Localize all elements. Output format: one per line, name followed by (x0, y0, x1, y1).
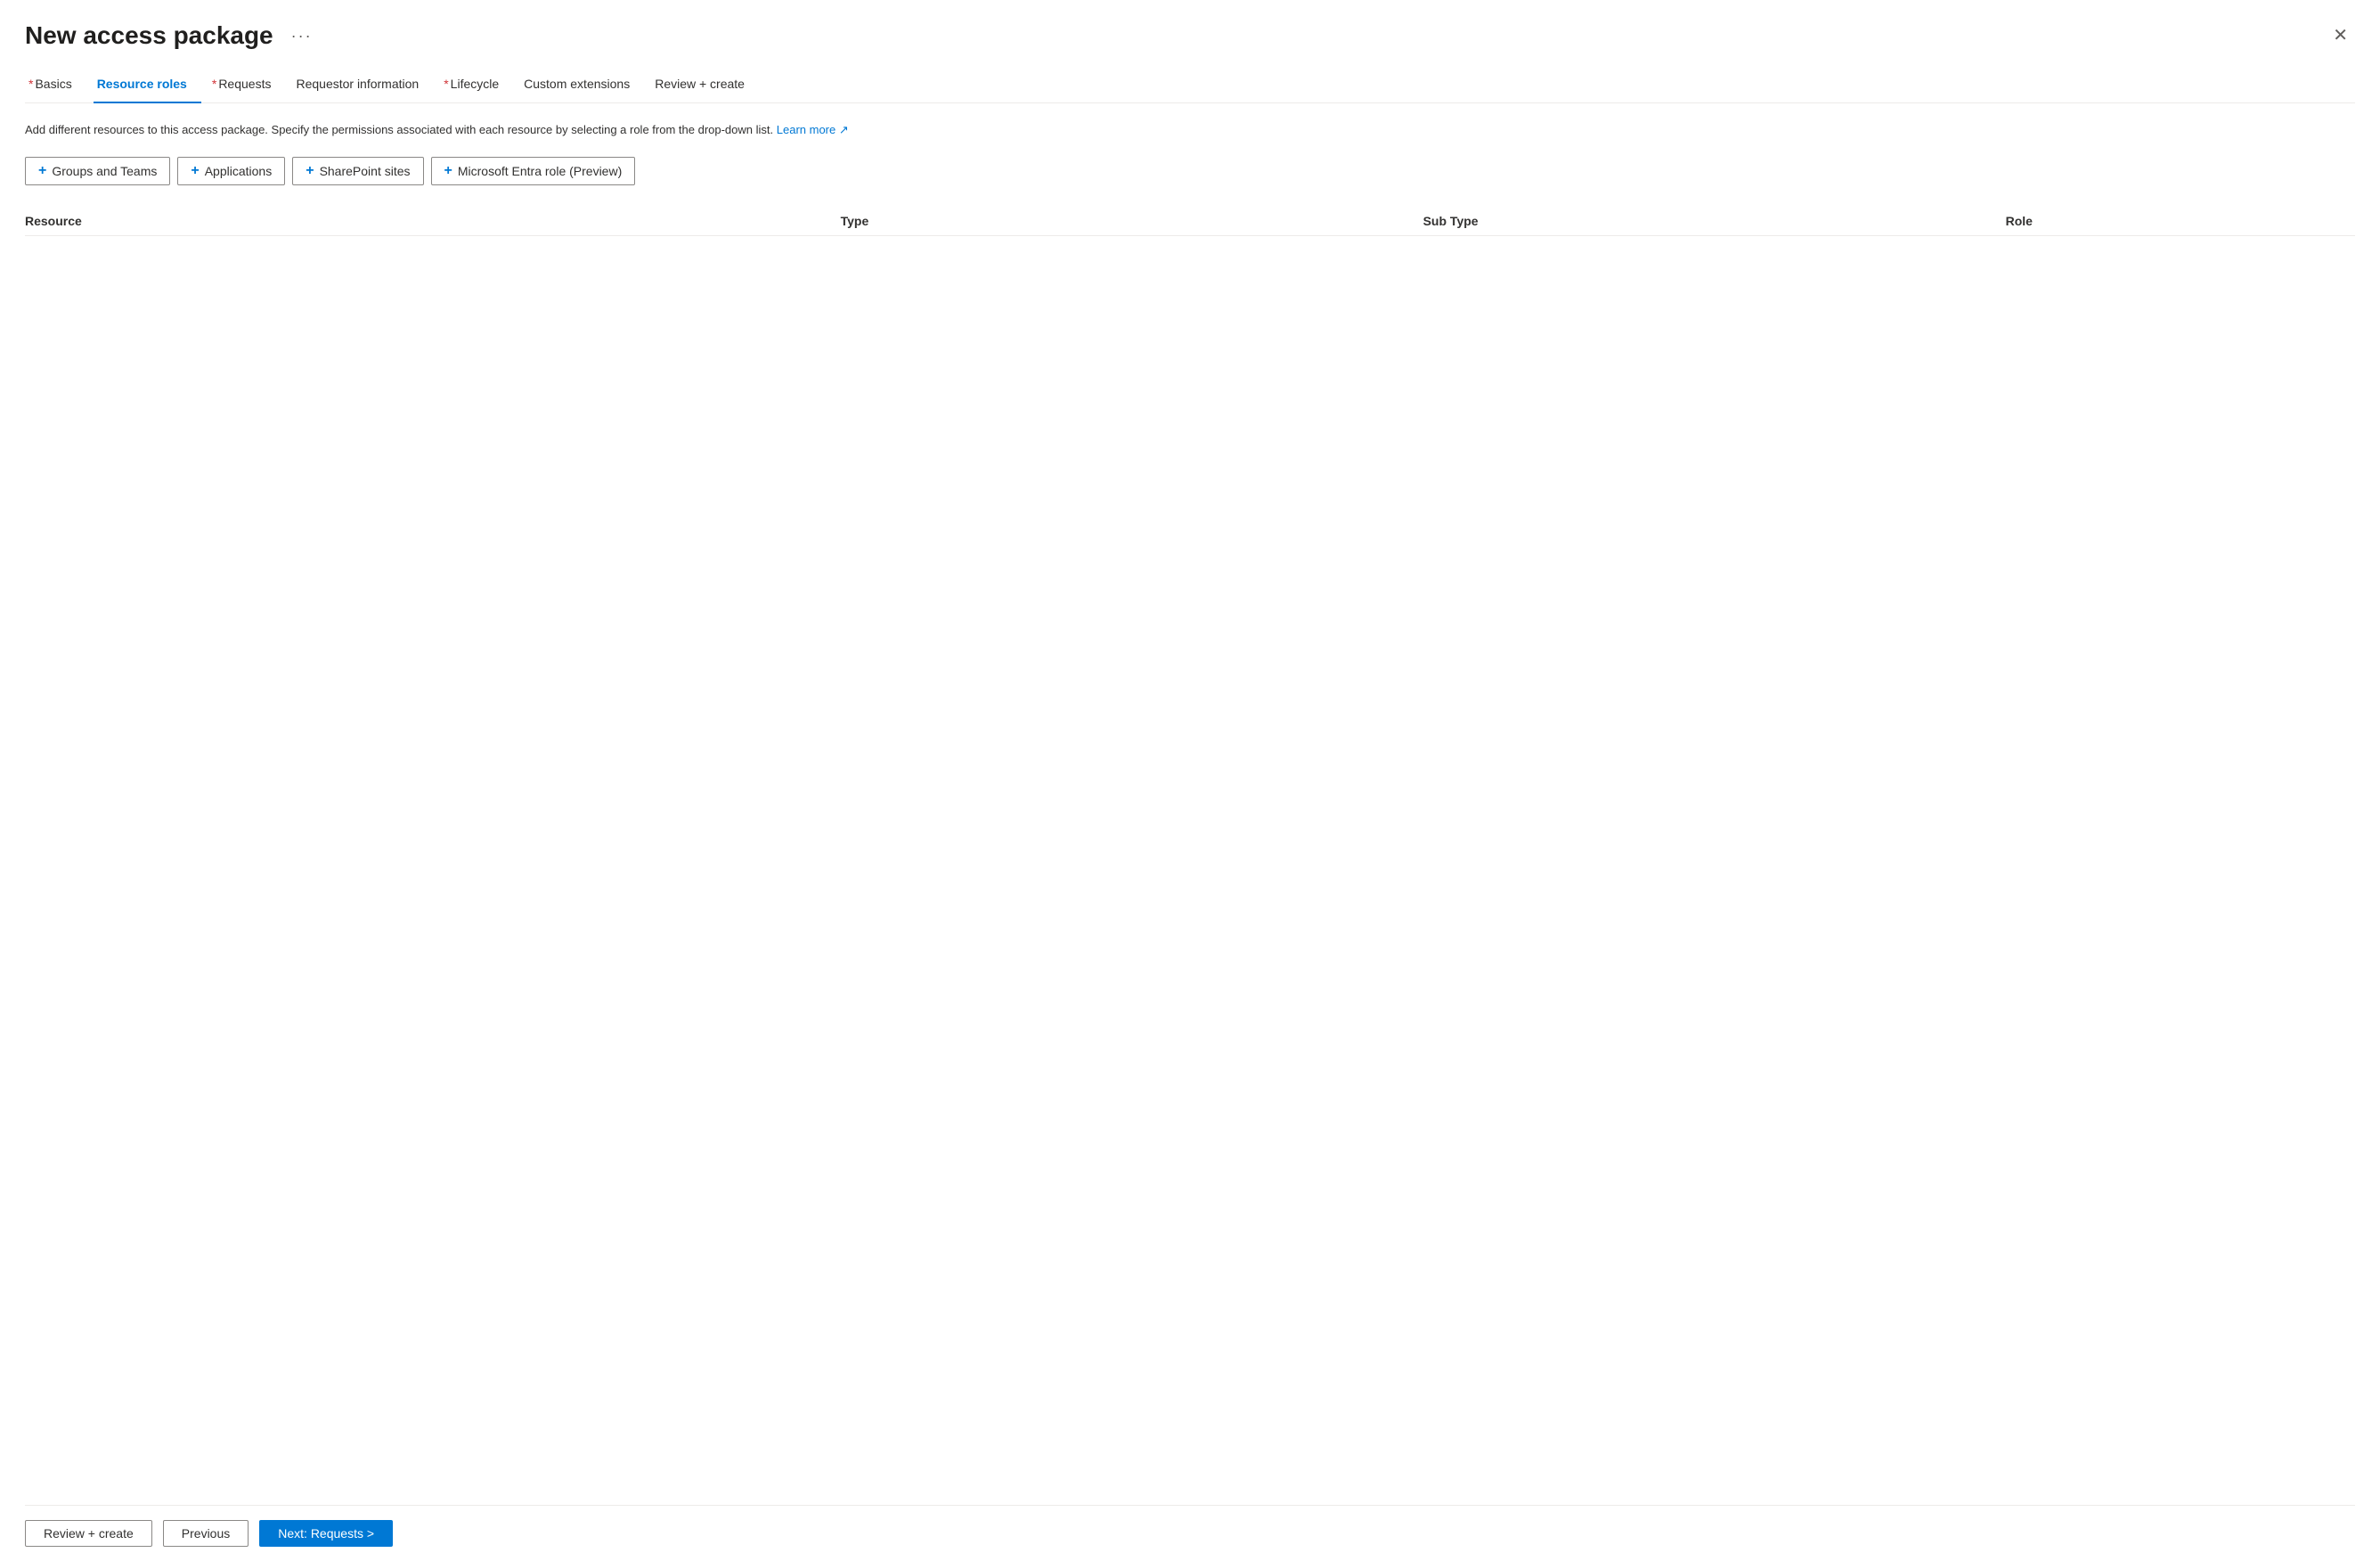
bottom-bar: Review + create Previous Next: Requests … (25, 1505, 2355, 1561)
review-create-button[interactable]: Review + create (25, 1520, 152, 1547)
required-star: * (444, 77, 448, 91)
tab-label: Requests (218, 77, 271, 91)
tab-label: Resource roles (97, 77, 187, 91)
content-area: Add different resources to this access p… (25, 121, 2355, 1505)
external-link-icon: ↗ (835, 123, 849, 136)
resource-buttons-row: + Groups and Teams + Applications + SharePoin… (25, 157, 2355, 185)
plus-icon: + (38, 163, 46, 179)
tab-requests[interactable]: *Requests (208, 68, 286, 103)
tab-resource-roles[interactable]: Resource roles (94, 68, 201, 103)
tab-requestor-info[interactable]: Requestor information (292, 68, 433, 103)
col-header-type: Type (841, 207, 1423, 236)
col-header-role: Role (2006, 207, 2355, 236)
next-button[interactable]: Next: Requests > (259, 1520, 393, 1547)
header-left: New access package ··· (25, 21, 320, 50)
plus-icon: + (306, 163, 314, 179)
resource-btn-applications[interactable]: + Applications (177, 157, 285, 185)
resource-btn-label: SharePoint sites (320, 164, 411, 178)
resource-btn-label: Applications (205, 164, 273, 178)
tab-label: Review + create (655, 77, 745, 91)
tabs-row: *BasicsResource roles*RequestsRequestor … (25, 68, 2355, 103)
tab-label: Basics (35, 77, 71, 91)
required-star: * (212, 77, 216, 91)
plus-icon: + (444, 163, 452, 179)
tab-label: Requestor information (296, 77, 419, 91)
tab-custom-extensions[interactable]: Custom extensions (520, 68, 644, 103)
page-container: New access package ··· ✕ *BasicsResource… (0, 0, 2380, 1561)
info-text: Add different resources to this access p… (25, 121, 2355, 139)
header-row: New access package ··· ✕ (25, 21, 2355, 50)
resource-btn-label: Microsoft Entra role (Preview) (458, 164, 622, 178)
previous-button[interactable]: Previous (163, 1520, 249, 1547)
page-title: New access package (25, 21, 273, 50)
tab-basics[interactable]: *Basics (25, 68, 86, 103)
plus-icon: + (191, 163, 199, 179)
close-button[interactable]: ✕ (2326, 23, 2355, 48)
tab-label: Custom extensions (524, 77, 630, 91)
resource-btn-sharepoint-sites[interactable]: + SharePoint sites (292, 157, 423, 185)
col-header-resource: Resource (25, 207, 841, 236)
resource-table: Resource Type Sub Type Role (25, 207, 2355, 236)
ellipsis-button[interactable]: ··· (284, 23, 320, 49)
tab-review-create[interactable]: Review + create (651, 68, 759, 103)
tab-label: Lifecycle (451, 77, 499, 91)
col-header-subtype: Sub Type (1423, 207, 2006, 236)
resource-btn-entra-role[interactable]: + Microsoft Entra role (Preview) (431, 157, 636, 185)
learn-more-link[interactable]: Learn more ↗ (777, 123, 849, 136)
tab-lifecycle[interactable]: *Lifecycle (440, 68, 513, 103)
required-star: * (29, 77, 33, 91)
resource-btn-groups-teams[interactable]: + Groups and Teams (25, 157, 170, 185)
resource-btn-label: Groups and Teams (52, 164, 157, 178)
